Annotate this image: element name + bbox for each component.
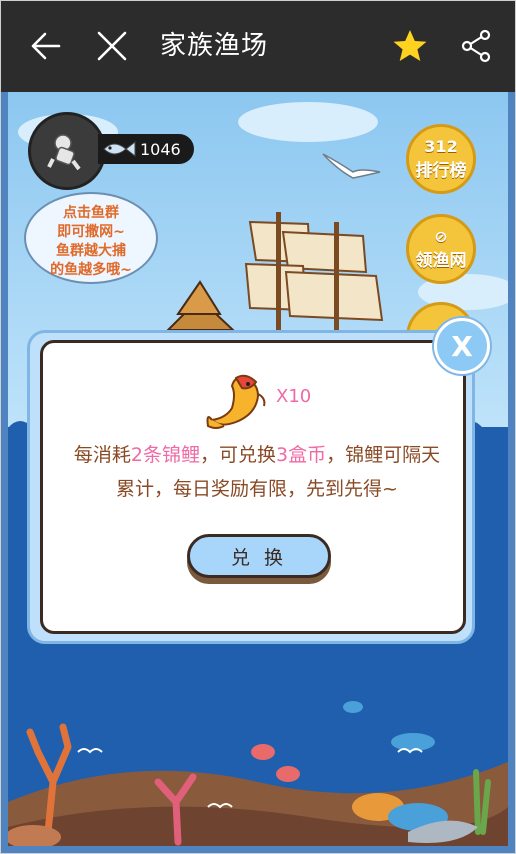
hint-bubble: 点击鱼群 即可撒网~ 鱼群越大捕 的鱼越多哦~ [24, 192, 158, 284]
close-page-button[interactable] [90, 24, 134, 68]
page-title: 家族渔场 [160, 31, 269, 61]
share-icon [461, 29, 491, 63]
hint-line-2: 即可撒网~ [57, 224, 125, 240]
fish-count-value: 1046 [140, 139, 181, 159]
message-part-3: ，锦鲤可隔天 [326, 444, 441, 466]
underwater-decoration [8, 701, 508, 846]
ranking-label: 排行榜 [415, 160, 467, 181]
back-button[interactable] [24, 24, 68, 68]
message-part-1: 每消耗 [73, 444, 131, 466]
message-part-2: ，可兑换 [199, 444, 276, 466]
hint-line-1: 点击鱼群 [63, 205, 119, 221]
koi-fish-icon [206, 374, 266, 429]
exchange-button[interactable]: 兑 换 [187, 534, 331, 578]
hint-line-3: 鱼群越大捕 [56, 243, 126, 259]
dialog-close-button[interactable]: X [434, 318, 490, 374]
hint-line-4: 的鱼越多哦~ [50, 262, 132, 278]
arrow-left-icon [31, 32, 61, 60]
star-icon [393, 30, 427, 61]
podium-icon: 312 [424, 136, 458, 156]
message-cost: 2条锦鲤 [130, 444, 200, 466]
fish-icon [103, 140, 136, 158]
message-line-1: 每消耗2条锦鲤，可兑换3盒币，锦鲤可隔天 [60, 438, 454, 472]
ranking-button[interactable]: 312 排行榜 [406, 124, 476, 194]
share-button[interactable] [454, 24, 498, 68]
exchange-message: 每消耗2条锦鲤，可兑换3盒币，锦鲤可隔天 累计，每日奖励有限，先到先得~ [60, 438, 454, 506]
astronaut-icon [47, 134, 81, 171]
fish-count-badge: 1046 [98, 134, 194, 164]
app-frame: 1046 点击鱼群 即可撒网~ 鱼群越大捕 的鱼越多哦~ 312 排行榜 ⊘ 领… [0, 0, 516, 854]
message-reward: 3盒币 [276, 444, 327, 466]
player-avatar[interactable] [28, 112, 106, 190]
favorite-button[interactable] [388, 24, 432, 68]
koi-multiplier: X10 [276, 386, 312, 407]
get-net-label: 领渔网 [415, 250, 467, 271]
top-bar: 家族渔场 [0, 0, 516, 92]
get-net-button[interactable]: ⊘ 领渔网 [406, 214, 476, 284]
net-icon: ⊘ [434, 226, 448, 246]
message-line-2: 累计，每日奖励有限，先到先得~ [116, 478, 398, 500]
close-icon [97, 31, 127, 61]
